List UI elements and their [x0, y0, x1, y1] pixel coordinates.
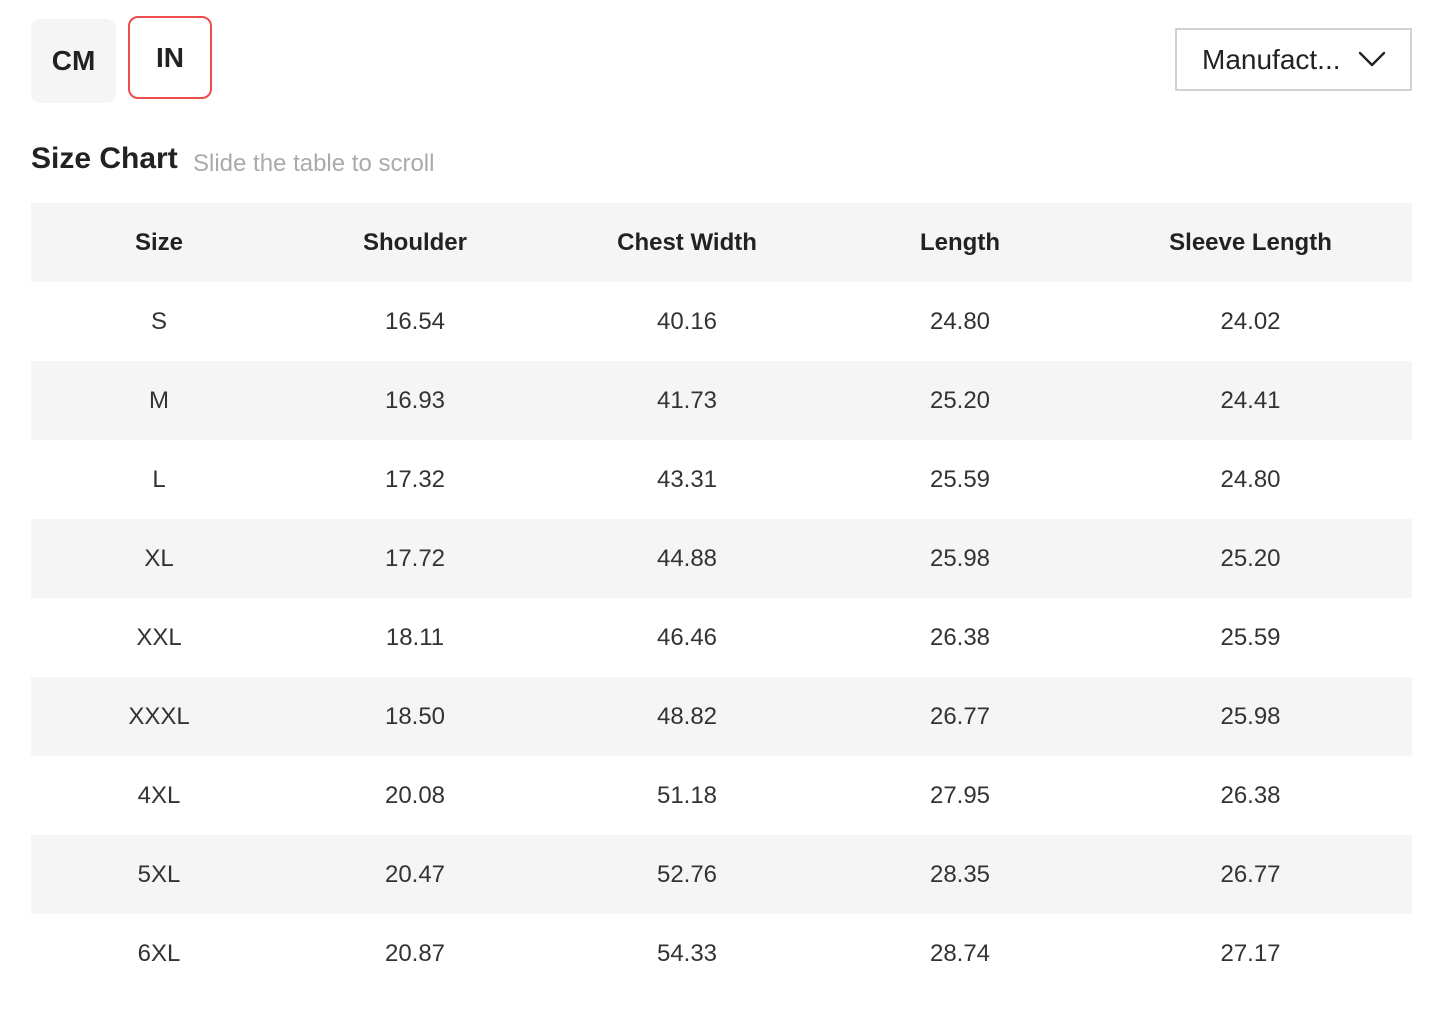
column-header-sleeve-length: Sleeve Length — [1169, 229, 1332, 256]
cell-sleeve-length: 25.59 — [1220, 624, 1281, 651]
cell-size: XL — [144, 545, 174, 572]
cell-length: 28.35 — [929, 861, 991, 888]
cell-shoulder: 17.32 — [384, 466, 446, 493]
cell-chest-width: 40.16 — [656, 308, 718, 335]
cell-length: 27.95 — [929, 782, 991, 809]
cell-chest-width: 41.73 — [656, 387, 718, 414]
cell-size: L — [152, 466, 166, 493]
column-header-length: Length — [920, 229, 1000, 256]
table-header-row: Size Shoulder Chest Width Length Sleeve … — [31, 203, 1412, 282]
cell-length: 28.74 — [929, 940, 991, 967]
cell-shoulder: 16.54 — [384, 308, 446, 335]
chevron-down-icon — [1358, 51, 1386, 67]
cell-shoulder: 20.87 — [384, 940, 446, 967]
cell-size: XXL — [136, 624, 182, 651]
cell-shoulder: 18.50 — [384, 703, 446, 730]
cell-chest-width: 46.46 — [656, 624, 718, 651]
cell-length: 26.77 — [929, 703, 991, 730]
table-row: M 16.93 41.73 25.20 24.41 — [31, 361, 1412, 440]
unit-in-button[interactable]: IN — [128, 16, 212, 99]
column-header-size: Size — [134, 229, 184, 256]
cell-chest-width: 44.88 — [656, 545, 718, 572]
cell-chest-width: 43.31 — [656, 466, 718, 493]
cell-shoulder: 20.08 — [384, 782, 446, 809]
cell-chest-width: 51.18 — [656, 782, 718, 809]
cell-sleeve-length: 24.41 — [1220, 387, 1281, 414]
table-row: 4XL 20.08 51.18 27.95 26.38 — [31, 756, 1412, 835]
size-chart-title: Size Chart — [31, 142, 178, 175]
scroll-hint: Slide the table to scroll — [193, 150, 435, 177]
dropdown-value: Manufact... — [1202, 43, 1341, 75]
cell-sleeve-length: 25.98 — [1220, 703, 1281, 730]
cell-sleeve-length: 27.17 — [1220, 940, 1281, 967]
cell-chest-width: 52.76 — [656, 861, 718, 888]
cell-sleeve-length: 24.02 — [1220, 308, 1281, 335]
cell-shoulder: 20.47 — [384, 861, 446, 888]
table-row: S 16.54 40.16 24.80 24.02 — [31, 282, 1412, 361]
cell-size: 6XL — [137, 940, 181, 967]
cell-size: M — [149, 387, 169, 414]
table-row: 5XL 20.47 52.76 28.35 26.77 — [31, 835, 1412, 914]
cell-shoulder: 17.72 — [384, 545, 446, 572]
cell-length: 24.80 — [929, 308, 991, 335]
table-row: XL 17.72 44.88 25.98 25.20 — [31, 519, 1412, 598]
cell-size: 4XL — [137, 782, 181, 809]
cell-sleeve-length: 25.20 — [1220, 545, 1281, 572]
cell-shoulder: 16.93 — [384, 387, 446, 414]
table-row: XXL 18.11 46.46 26.38 25.59 — [31, 598, 1412, 677]
cell-length: 25.98 — [929, 545, 991, 572]
table-row: 6XL 20.87 54.33 28.74 27.17 — [31, 914, 1412, 993]
column-header-chest-width: Chest Width — [617, 229, 757, 256]
cell-chest-width: 48.82 — [656, 703, 718, 730]
table-row: XXXL 18.50 48.82 26.77 25.98 — [31, 677, 1412, 756]
cell-sleeve-length: 26.38 — [1220, 782, 1281, 809]
cell-size: XXXL — [128, 703, 190, 730]
cell-shoulder: 18.11 — [385, 624, 445, 651]
cell-sleeve-length: 26.77 — [1220, 861, 1281, 888]
cell-length: 25.59 — [929, 466, 991, 493]
table-row: L 17.32 43.31 25.59 24.80 — [31, 440, 1412, 519]
cell-sleeve-length: 24.80 — [1220, 466, 1281, 493]
unit-cm-button[interactable]: CM — [31, 19, 116, 103]
cell-size: 5XL — [137, 861, 181, 888]
column-header-shoulder: Shoulder — [362, 229, 467, 256]
size-chart-table[interactable]: Size Shoulder Chest Width Length Sleeve … — [31, 203, 1412, 993]
measurement-type-dropdown[interactable]: Manufact... — [1175, 28, 1412, 91]
cell-length: 25.20 — [929, 387, 991, 414]
cell-chest-width: 54.33 — [656, 940, 718, 967]
cell-length: 26.38 — [929, 624, 991, 651]
cell-size: S — [150, 308, 167, 335]
